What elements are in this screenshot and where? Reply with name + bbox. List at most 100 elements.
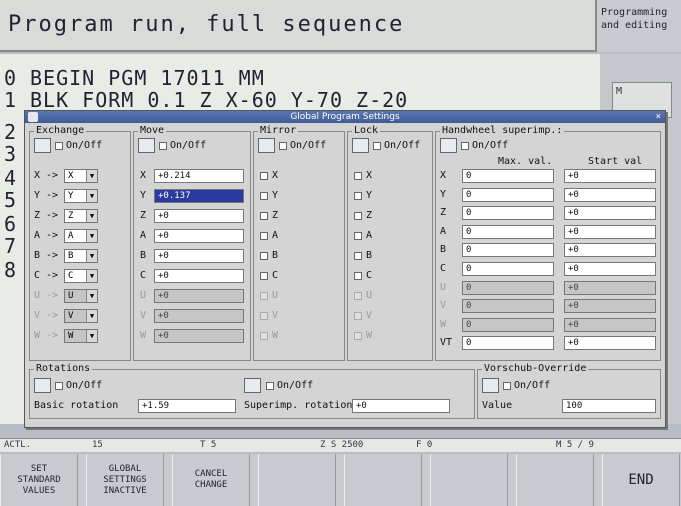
handwheel-start-input[interactable]: +0 bbox=[564, 280, 656, 295]
softkey-empty[interactable] bbox=[258, 454, 336, 506]
exchange-target-select[interactable]: Y ▼ bbox=[64, 189, 98, 203]
mirror-axis-checkbox[interactable] bbox=[260, 332, 268, 340]
mirror-axis-label: Y bbox=[272, 190, 279, 201]
move-axis-label: W bbox=[140, 330, 147, 341]
lock-axis-checkbox[interactable] bbox=[354, 272, 362, 280]
mirror-axis-label: A bbox=[272, 230, 279, 241]
move-value-input[interactable]: +0 bbox=[154, 289, 244, 303]
mirror-axis-checkbox[interactable] bbox=[260, 172, 268, 180]
move-value-input[interactable]: +0.137 bbox=[154, 189, 244, 203]
superimp-rotation-onoff-checkbox[interactable] bbox=[266, 382, 274, 390]
chevron-down-icon: ▼ bbox=[86, 170, 97, 182]
softkey-set-standard-values[interactable]: SET STANDARD VALUES bbox=[0, 454, 78, 506]
feed-onoff-checkbox[interactable] bbox=[503, 382, 511, 390]
handwheel-icon bbox=[440, 138, 457, 153]
handwheel-onoff-label: On/Off bbox=[472, 140, 509, 151]
handwheel-max-input[interactable]: 0 bbox=[462, 317, 554, 332]
move-value-input[interactable]: +0 bbox=[154, 329, 244, 343]
handwheel-start-input[interactable]: +0 bbox=[564, 317, 656, 332]
handwheel-start-input[interactable]: +0 bbox=[564, 262, 656, 276]
superimp-rotation-input[interactable]: +0 bbox=[352, 399, 450, 413]
move-value-input[interactable]: +0 bbox=[154, 209, 244, 223]
close-icon[interactable]: × bbox=[656, 111, 661, 123]
handwheel-max-input[interactable]: 0 bbox=[462, 243, 554, 258]
mirror-axis-checkbox[interactable] bbox=[260, 212, 268, 220]
handwheel-start-input[interactable]: +0 bbox=[564, 224, 656, 239]
handwheel-start-input[interactable]: +0 bbox=[564, 336, 656, 351]
move-value-input[interactable]: +0 bbox=[154, 269, 244, 283]
lock-axis-checkbox[interactable] bbox=[354, 192, 362, 200]
rotation-onoff-checkbox[interactable] bbox=[55, 382, 63, 390]
exchange-onoff-checkbox[interactable] bbox=[55, 142, 63, 150]
mirror-onoff-checkbox[interactable] bbox=[279, 142, 287, 150]
exchange-arrow-text: -> bbox=[46, 190, 59, 201]
handwheel-start-input[interactable]: +0 bbox=[564, 299, 656, 314]
rotations-label: Rotations bbox=[34, 363, 93, 374]
superimp-rotation-onoff-label: On/Off bbox=[277, 380, 314, 391]
move-value-input[interactable]: +0 bbox=[154, 309, 244, 323]
handwheel-max-input[interactable]: 0 bbox=[462, 262, 554, 276]
softkey-empty[interactable] bbox=[430, 454, 508, 506]
exchange-target-select[interactable]: V ▼ bbox=[64, 309, 98, 323]
exchange-target-select[interactable]: C ▼ bbox=[64, 269, 98, 283]
handwheel-start-input[interactable]: +0 bbox=[564, 169, 656, 183]
lock-axis-checkbox[interactable] bbox=[354, 332, 362, 340]
handwheel-max-input[interactable]: 0 bbox=[462, 299, 554, 314]
exchange-target-select[interactable]: W ▼ bbox=[64, 329, 98, 343]
actl-label: ACTL. bbox=[4, 440, 32, 450]
lock-axis-checkbox[interactable] bbox=[354, 252, 362, 260]
handwheel-onoff-checkbox[interactable] bbox=[461, 142, 469, 150]
handwheel-axis-label: V bbox=[440, 300, 447, 312]
handwheel-group: Handwheel superimp.: On/Off Max. val. St… bbox=[435, 125, 661, 361]
lock-axis-checkbox[interactable] bbox=[354, 292, 362, 300]
move-axis-label: Z bbox=[140, 210, 147, 221]
move-axis-label: A bbox=[140, 230, 147, 241]
mode-title: Program run, full sequence bbox=[8, 12, 405, 37]
exchange-target-select[interactable]: Z ▼ bbox=[64, 209, 98, 223]
move-onoff-checkbox[interactable] bbox=[159, 142, 167, 150]
handwheel-max-input[interactable]: 0 bbox=[462, 336, 554, 351]
handwheel-start-input[interactable]: +0 bbox=[564, 187, 656, 202]
move-value-input[interactable]: +0 bbox=[154, 229, 244, 243]
lock-onoff-checkbox[interactable] bbox=[373, 142, 381, 150]
lock-axis-checkbox[interactable] bbox=[354, 312, 362, 320]
mirror-axis-checkbox[interactable] bbox=[260, 292, 268, 300]
dialog-app-icon bbox=[28, 112, 38, 122]
softkey-end[interactable]: END bbox=[602, 454, 680, 506]
handwheel-start-input[interactable]: +0 bbox=[564, 243, 656, 258]
exchange-arrow-text: -> bbox=[46, 270, 59, 281]
softkey-empty[interactable] bbox=[344, 454, 422, 506]
mirror-onoff-label: On/Off bbox=[290, 140, 327, 151]
feed-value-input[interactable]: 100 bbox=[562, 399, 656, 413]
rotations-group: Rotations On/Off On/Off Basic rotation +… bbox=[29, 363, 475, 419]
handwheel-max-input[interactable]: 0 bbox=[462, 206, 554, 221]
mirror-axis-checkbox[interactable] bbox=[260, 232, 268, 240]
move-value-input[interactable]: +0 bbox=[154, 249, 244, 263]
handwheel-start-input[interactable]: +0 bbox=[564, 206, 656, 221]
mirror-axis-label: U bbox=[272, 290, 279, 301]
mirror-axis-checkbox[interactable] bbox=[260, 252, 268, 260]
lock-axis-checkbox[interactable] bbox=[354, 232, 362, 240]
lock-axis-checkbox[interactable] bbox=[354, 212, 362, 220]
mirror-axis-checkbox[interactable] bbox=[260, 272, 268, 280]
exchange-target-select[interactable]: U ▼ bbox=[64, 289, 98, 303]
exchange-target-select[interactable]: A ▼ bbox=[64, 229, 98, 243]
move-value-input[interactable]: +0.214 bbox=[154, 169, 244, 183]
exchange-from-axis: C bbox=[34, 270, 41, 281]
secondary-mode-label[interactable]: Programming and editing bbox=[595, 0, 681, 52]
basic-rotation-input[interactable]: +1.59 bbox=[138, 399, 236, 413]
mirror-axis-checkbox[interactable] bbox=[260, 312, 268, 320]
handwheel-axis-label: B bbox=[440, 244, 447, 256]
exchange-target-select[interactable]: X ▼ bbox=[64, 169, 98, 183]
handwheel-max-input[interactable]: 0 bbox=[462, 280, 554, 295]
handwheel-max-input[interactable]: 0 bbox=[462, 224, 554, 239]
lock-axis-checkbox[interactable] bbox=[354, 172, 362, 180]
softkey-empty[interactable] bbox=[516, 454, 594, 506]
exchange-target-select[interactable]: B ▼ bbox=[64, 249, 98, 263]
chevron-down-icon: ▼ bbox=[86, 230, 97, 242]
handwheel-max-input[interactable]: 0 bbox=[462, 169, 554, 183]
softkey-cancel-change[interactable]: CANCEL CHANGE bbox=[172, 454, 250, 506]
mirror-axis-checkbox[interactable] bbox=[260, 192, 268, 200]
softkey-global-settings-inactive[interactable]: GLOBAL SETTINGS INACTIVE bbox=[86, 454, 164, 506]
handwheel-max-input[interactable]: 0 bbox=[462, 187, 554, 202]
